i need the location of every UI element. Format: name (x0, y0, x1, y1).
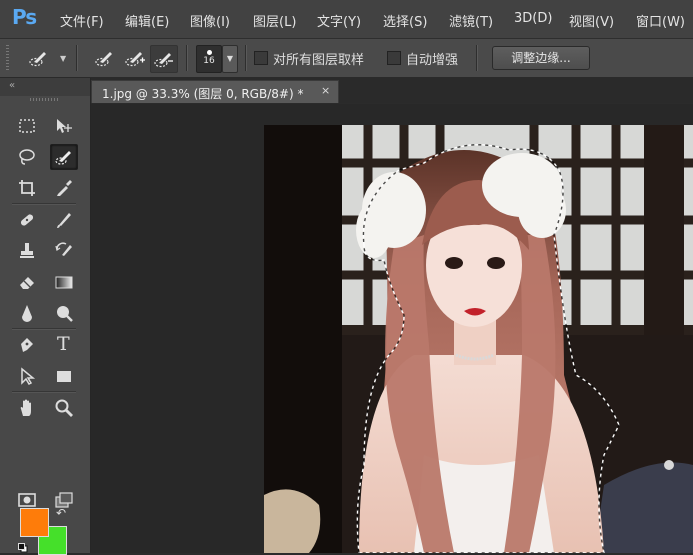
default-colors-icon[interactable] (18, 543, 28, 553)
dodge-icon (57, 306, 73, 322)
type-icon: T (57, 333, 70, 355)
document-image[interactable] (264, 125, 693, 553)
subtract-selection-brush-icon (154, 53, 173, 68)
crop-tool[interactable] (14, 176, 40, 200)
menu-image[interactable]: 图像(I) (190, 11, 230, 30)
brush-icon (57, 213, 71, 228)
path-selection-arrow-icon (21, 367, 36, 385)
pen-icon (21, 338, 33, 352)
lasso-tool[interactable] (14, 145, 40, 169)
crop-icon (19, 180, 35, 196)
photo-rendering (264, 125, 693, 553)
tools-panel-grip[interactable] (30, 98, 58, 101)
brush-picker[interactable]: 16 (196, 45, 222, 73)
eyedropper-tool[interactable] (51, 176, 77, 200)
foreground-color-swatch[interactable] (20, 508, 49, 537)
subtract-from-selection-mode-button[interactable] (150, 45, 178, 73)
quick-mask-mode-button[interactable] (14, 488, 40, 512)
brush-size-value: 16 (203, 56, 215, 66)
lasso-icon (19, 149, 35, 165)
menu-file[interactable]: 文件(F) (60, 11, 104, 30)
menu-edit[interactable]: 编辑(E) (125, 11, 169, 30)
menu-view[interactable]: 视图(V) (569, 11, 614, 30)
magnifier-icon (55, 399, 73, 417)
divider (476, 45, 477, 71)
menu-layer[interactable]: 图层(L) (253, 11, 296, 30)
brush-picker-dropdown[interactable]: ▼ (222, 45, 238, 73)
rectangle-shape-icon (57, 371, 71, 382)
add-to-selection-mode-button[interactable] (124, 47, 146, 69)
marquee-icon (19, 119, 35, 133)
menu-3d[interactable]: 3D(D) (514, 11, 552, 26)
divider (12, 328, 76, 329)
stamp-icon (20, 243, 34, 258)
divider (76, 45, 77, 71)
sample-all-layers-label: 对所有图层取样 (273, 53, 365, 68)
new-selection-mode-button[interactable] (94, 47, 116, 69)
divider (12, 203, 76, 204)
blur-tool[interactable] (14, 301, 40, 325)
divider (186, 45, 187, 71)
collapse-panel-icon[interactable]: « (9, 80, 15, 91)
spot-healing-brush-tool[interactable] (14, 208, 40, 232)
auto-enhance-label: 自动增强 (406, 53, 459, 68)
pen-tool[interactable] (14, 333, 40, 357)
options-bar-grip[interactable] (6, 45, 9, 71)
menu-select[interactable]: 选择(S) (383, 11, 427, 30)
menu-type[interactable]: 文字(Y) (317, 11, 361, 30)
refine-edge-button[interactable]: 调整边缘... (492, 46, 590, 70)
photoshop-logo: Ps (12, 5, 37, 29)
quick-selection-brush-icon (29, 52, 46, 67)
document-tab[interactable]: 1.jpg @ 33.3% (图层 0, RGB/8#) * × (91, 80, 339, 103)
close-tab-icon[interactable]: × (321, 84, 330, 97)
tools-panel-header: « (0, 78, 90, 96)
menu-bar: Ps 文件(F) 编辑(E) 图像(I) 图层(L) 文字(Y) 选择(S) 滤… (0, 0, 693, 39)
gradient-tool[interactable] (51, 270, 77, 294)
menu-window[interactable]: 窗口(W) (636, 11, 685, 30)
history-brush-icon (55, 242, 72, 256)
quick-selection-tool[interactable] (50, 144, 78, 170)
new-selection-brush-icon (95, 52, 112, 67)
clone-stamp-tool[interactable] (14, 239, 40, 263)
rectangle-tool[interactable] (51, 364, 77, 388)
divider (12, 391, 76, 392)
eraser-tool[interactable] (14, 270, 40, 294)
move-tool[interactable] (51, 114, 77, 138)
tools-panel: « T ↶ (0, 78, 91, 555)
quick-mask-icon (18, 493, 36, 507)
menu-filter[interactable]: 滤镜(T) (449, 11, 493, 30)
hand-tool[interactable] (14, 396, 40, 420)
gradient-icon (55, 276, 73, 289)
tool-preset-picker[interactable] (28, 47, 50, 69)
horizontal-type-tool[interactable]: T (51, 333, 77, 357)
sample-all-layers-checkbox[interactable] (254, 51, 268, 65)
auto-enhance-checkbox[interactable] (387, 51, 401, 65)
brush-tool[interactable] (51, 208, 77, 232)
brush-tip-icon (206, 50, 212, 55)
rectangular-marquee-tool[interactable] (14, 114, 40, 138)
dodge-tool[interactable] (51, 301, 77, 325)
history-brush-tool[interactable] (51, 239, 77, 263)
document-tab-bar: 1.jpg @ 33.3% (图层 0, RGB/8#) * × (91, 78, 693, 103)
divider (245, 45, 246, 71)
eyedropper-icon (57, 180, 72, 196)
hand-icon (20, 399, 31, 416)
healing-bandage-icon (20, 214, 34, 226)
screen-mode-button[interactable] (51, 488, 77, 512)
preset-dropdown-arrow-icon[interactable]: ▼ (60, 54, 66, 63)
add-selection-brush-icon (125, 52, 145, 67)
document-tab-title: 1.jpg @ 33.3% (图层 0, RGB/8#) * (102, 87, 304, 101)
quick-selection-icon (55, 151, 71, 165)
zoom-tool[interactable] (51, 396, 77, 420)
eraser-icon (20, 277, 34, 289)
move-icon (57, 119, 72, 133)
screen-mode-icon (55, 492, 73, 508)
options-bar: ▼ 16 ▼ 对所有图层取样 自动增强 调整边缘... (0, 39, 693, 78)
blur-drop-icon (22, 305, 32, 322)
path-selection-tool[interactable] (14, 364, 40, 388)
